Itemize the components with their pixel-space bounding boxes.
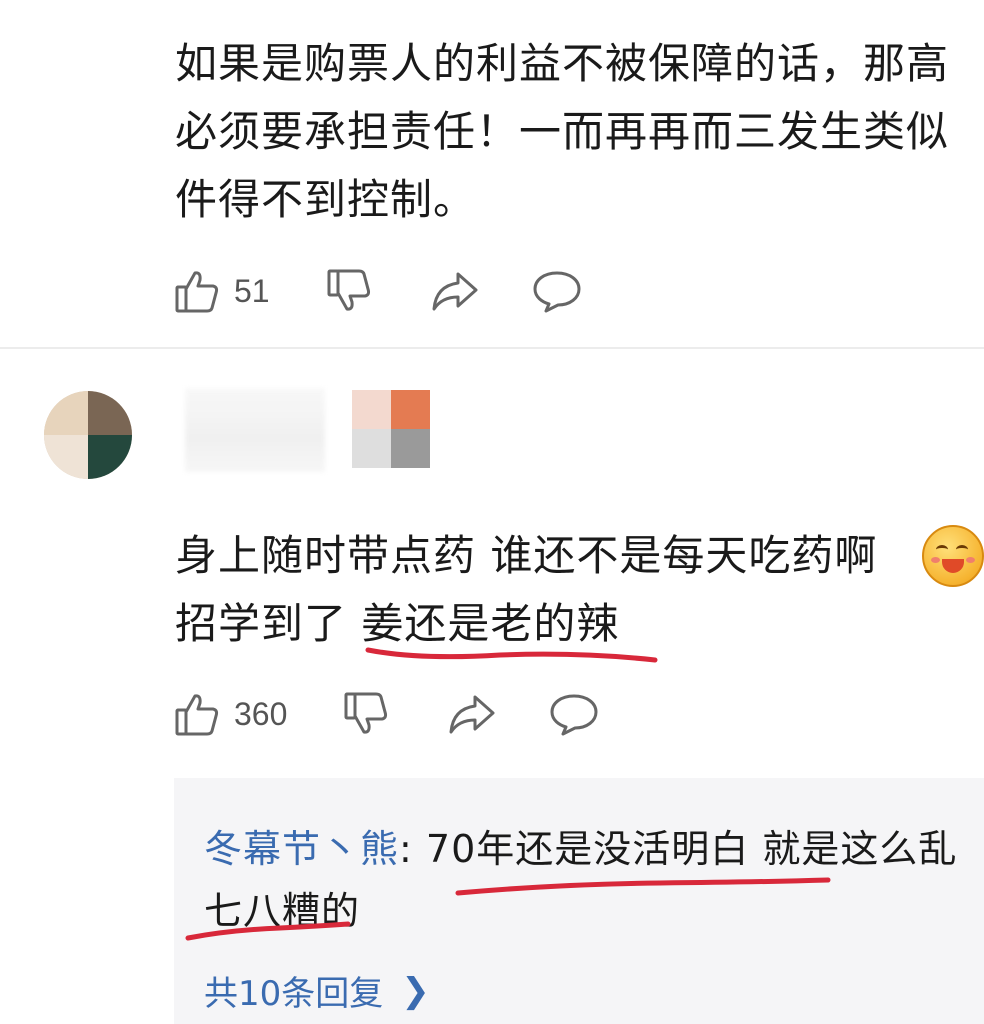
view-more-replies-link[interactable]: 共10条回复 ❯: [204, 966, 430, 1015]
level-badge-redacted: [352, 390, 430, 468]
comment-1-line-2: 必须要承担责任！一而再再而三发生类似: [175, 107, 950, 156]
comment-1-actions: 51: [174, 268, 582, 314]
chevron-right-icon: ❯: [401, 970, 430, 1011]
reply-separator: :: [399, 827, 413, 871]
emoji-eye-left: [936, 545, 948, 554]
comment-2-line-2-plain: 招学到了: [175, 599, 362, 648]
comment-2-actions: 360: [174, 691, 599, 737]
username-redacted[interactable]: [185, 388, 325, 472]
like-button[interactable]: 360: [174, 691, 287, 737]
like-button[interactable]: 51: [174, 268, 270, 314]
dislike-button[interactable]: [343, 691, 389, 737]
like-count: 360: [234, 695, 288, 732]
emoji-cheek-right: [966, 557, 975, 563]
comment-2-line-2: 招学到了 姜还是老的辣: [175, 590, 975, 658]
share-button[interactable]: [447, 691, 497, 737]
comment-divider: [0, 347, 984, 349]
comment-bubble-icon: [550, 694, 598, 736]
reply-button[interactable]: [549, 691, 599, 737]
comment-2-line-1: 身上随时带点药 谁还不是每天吃药啊: [175, 531, 878, 580]
emoji-mouth: [942, 559, 964, 573]
comment-1-text: 如果是购票人的利益不被保障的话，那高 必须要承担责任！一而再再而三发生类似 件得…: [175, 30, 949, 234]
thumbs-up-icon: [175, 271, 219, 313]
reply-text: 冬幕节丶熊: 70年还是没活明白 就是这么乱七八糟的: [204, 818, 974, 942]
comment-2-highlighted-phrase: 姜还是老的辣: [361, 599, 620, 648]
emoji-cheek-left: [931, 557, 940, 563]
comment-1-line-3: 件得不到控制。: [175, 175, 477, 224]
comment-1-line-1: 如果是购票人的利益不被保障的话，那高: [175, 39, 950, 88]
thumbs-down-icon: [344, 692, 388, 734]
dislike-button[interactable]: [326, 268, 372, 314]
share-icon: [449, 695, 495, 734]
share-icon: [432, 272, 478, 311]
thumbs-down-icon: [327, 269, 370, 311]
comment-bubble-icon: [533, 271, 581, 313]
reply-preview-box[interactable]: 冬幕节丶熊: 70年还是没活明白 就是这么乱七八糟的 共10条回复 ❯: [174, 778, 984, 1024]
avatar[interactable]: [44, 391, 132, 479]
thumbs-up-icon: [175, 694, 219, 736]
laughing-face-emoji: [922, 525, 984, 587]
share-button[interactable]: [430, 268, 480, 314]
reply-button[interactable]: [532, 268, 582, 314]
reply-author[interactable]: 冬幕节丶熊: [204, 827, 399, 871]
reply-count-label: 共10条回复: [204, 974, 384, 1014]
like-count: 51: [234, 272, 270, 309]
comment-2-text: 身上随时带点药 谁还不是每天吃药啊 招学到了 姜还是老的辣: [175, 522, 975, 658]
emoji-eye-right: [956, 545, 968, 554]
